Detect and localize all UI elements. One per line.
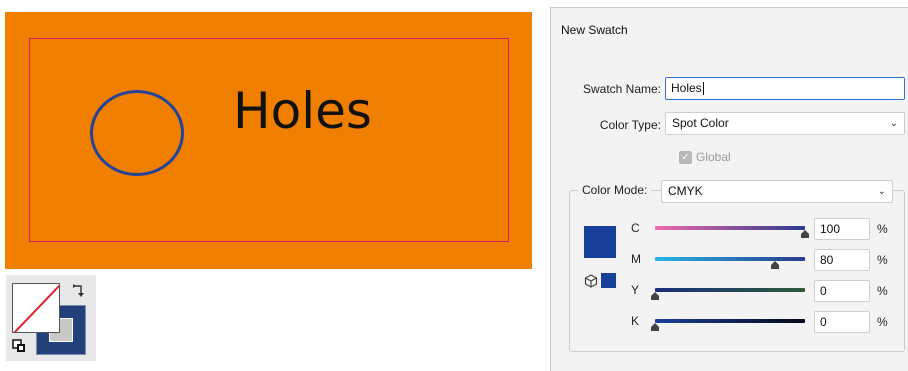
- chevron-down-icon: ⌄: [889, 118, 898, 129]
- chevron-down-icon: ⌄: [877, 186, 886, 197]
- color-type-label: Color Type:: [599, 118, 661, 132]
- artwork-circle[interactable]: [90, 90, 184, 176]
- cyan-percent-label: %: [877, 222, 888, 236]
- fill-stroke-widget: [6, 275, 96, 361]
- slider-track-k[interactable]: [655, 319, 805, 323]
- slider-track-c[interactable]: [655, 226, 805, 230]
- swap-arrow-icon[interactable]: [72, 283, 86, 299]
- color-preview-swatch: [584, 226, 616, 258]
- dialog-title: New Swatch: [561, 23, 628, 37]
- color-mode-select[interactable]: CMYK ⌄: [661, 180, 893, 203]
- default-colors-icon[interactable]: [12, 339, 26, 353]
- artwork-label[interactable]: Holes: [233, 86, 372, 136]
- slider-label-m: M: [631, 252, 641, 266]
- swatch-name-label: Swatch Name:: [582, 82, 661, 96]
- slider-label-c: C: [631, 221, 640, 235]
- slider-thumb-k[interactable]: [650, 323, 660, 332]
- color-type-select[interactable]: Spot Color ⌄: [665, 112, 905, 135]
- magenta-percent-label: %: [877, 253, 888, 267]
- color-type-value: Spot Color: [672, 116, 729, 130]
- swatch-name-input[interactable]: Holes: [665, 77, 905, 100]
- slider-thumb-c[interactable]: [800, 230, 810, 239]
- yellow-percent-label: %: [877, 284, 888, 298]
- fill-swatch[interactable]: [12, 283, 60, 333]
- color-mode-value: CMYK: [668, 184, 703, 198]
- none-swatch-icon: [13, 284, 59, 332]
- artboard-rectangle[interactable]: Holes: [5, 12, 532, 269]
- swatch-name-value: Holes: [671, 81, 702, 95]
- slider-thumb-y[interactable]: [650, 292, 660, 301]
- yellow-value-input[interactable]: 0: [814, 280, 870, 302]
- slider-thumb-m[interactable]: [770, 261, 780, 270]
- web-safe-cube-icon[interactable]: [584, 274, 598, 288]
- slider-track-m[interactable]: [655, 257, 805, 261]
- web-safe-color-swatch[interactable]: [601, 273, 616, 288]
- global-label: Global: [696, 150, 731, 164]
- black-value-input[interactable]: 0: [814, 311, 870, 333]
- color-mode-label: Color Mode:: [578, 183, 652, 197]
- slider-label-k: K: [631, 314, 640, 328]
- global-checkbox[interactable]: ✓: [679, 151, 692, 164]
- cyan-value-input[interactable]: 100: [814, 218, 870, 240]
- text-caret: [702, 82, 704, 96]
- new-swatch-dialog: New Swatch Swatch Name: Holes Color Type…: [550, 7, 908, 371]
- magenta-value-input[interactable]: 80: [814, 249, 870, 271]
- slider-track-y[interactable]: [655, 288, 805, 292]
- slider-label-y: Y: [631, 283, 640, 297]
- black-percent-label: %: [877, 315, 888, 329]
